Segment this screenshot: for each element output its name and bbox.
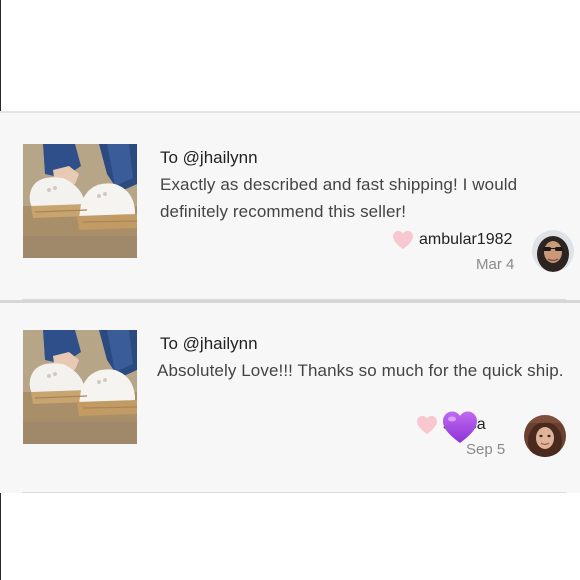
heart-icon[interactable] — [392, 230, 414, 250]
purple-heart-icon — [441, 409, 479, 445]
review-comment: Absolutely Love!!! Thanks so much for th… — [157, 361, 564, 380]
sneaker-photo-icon — [23, 144, 137, 258]
review-recipient[interactable]: To @jhailynn — [160, 334, 258, 354]
reviewer-username[interactable]: ambular1982 — [419, 231, 512, 249]
sneaker-photo-icon — [23, 330, 137, 444]
review-recipient[interactable]: To @jhailynn — [160, 148, 258, 168]
review-date: Mar 4 — [476, 256, 515, 273]
divider — [22, 492, 566, 493]
reviews-page: To @jhailynn Exactly as described and fa… — [0, 0, 580, 580]
listing-thumbnail[interactable] — [23, 144, 137, 258]
avatar[interactable] — [532, 230, 574, 272]
review-card: To @jhailynn Absolutely Love!!! Thanks s… — [0, 300, 580, 493]
heart-icon[interactable] — [416, 415, 438, 435]
review-comment: Exactly as described and fast shipping! … — [160, 175, 518, 221]
listing-thumbnail[interactable] — [23, 330, 137, 444]
review-card: To @jhailynn Exactly as described and fa… — [0, 111, 580, 300]
avatar[interactable] — [524, 415, 566, 457]
